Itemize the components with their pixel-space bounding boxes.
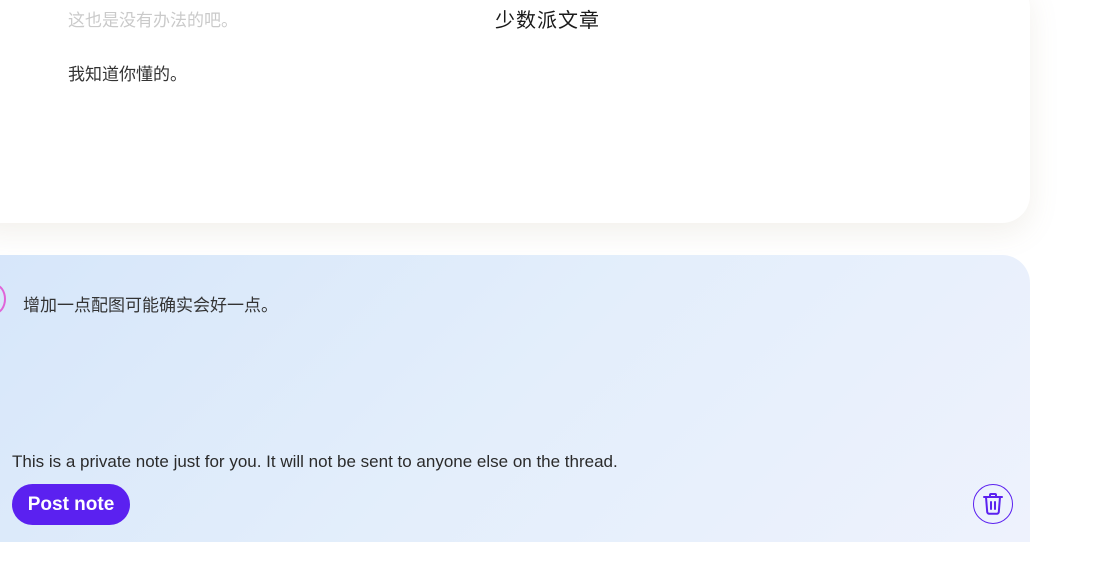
page-title: 少数派文章	[495, 8, 600, 32]
delete-note-button[interactable]	[973, 484, 1013, 524]
post-note-button[interactable]: Post note	[12, 484, 130, 525]
header: 这也是没有办法的吧。 少数派文章	[0, 0, 1095, 38]
app-viewport: 这也是没有办法的吧。 少数派文章 我知道你懂的。 增加一点配图可能确实会好一点。…	[0, 0, 1095, 571]
private-note-notice: This is a private note just for you. It …	[12, 452, 618, 471]
trash-icon	[983, 493, 1003, 515]
email-body-line: 我知道你懂的。	[68, 65, 187, 85]
note-text[interactable]: 增加一点配图可能确实会好一点。	[23, 291, 278, 316]
